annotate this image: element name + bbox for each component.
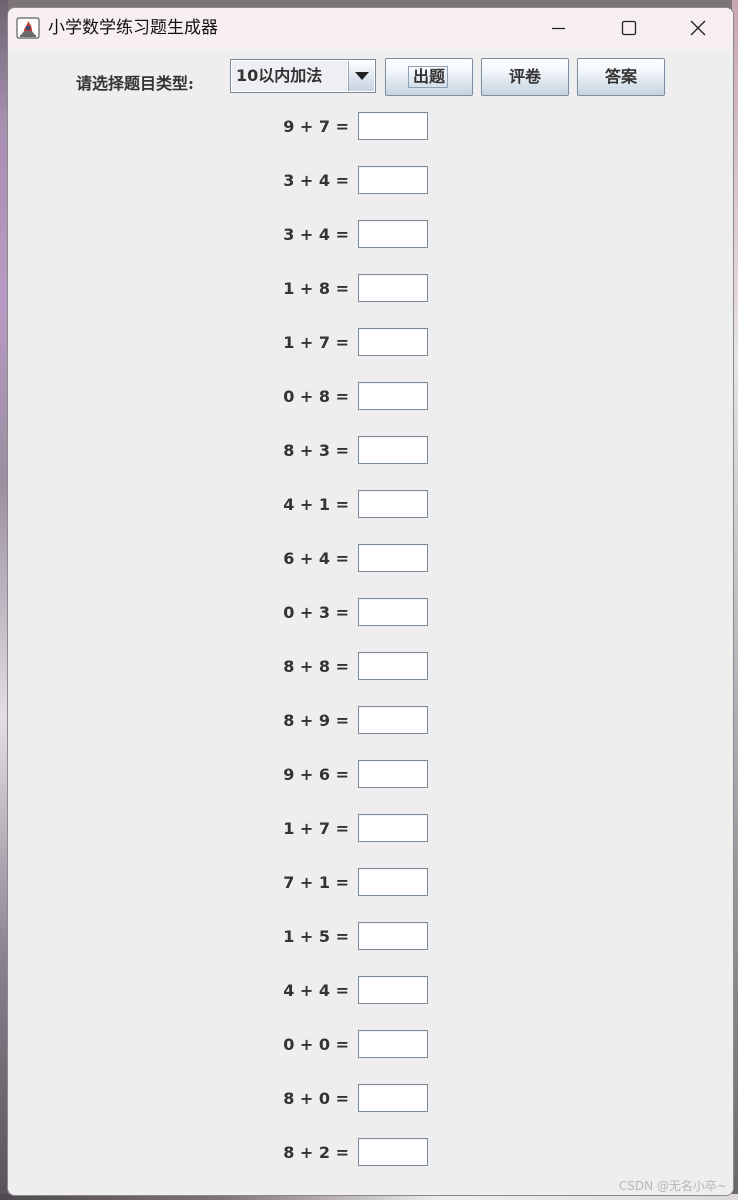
problem-row: 9 + 7 =: [8, 112, 733, 142]
problem-expression: 9 + 7 =: [283, 117, 349, 136]
problem-row: 8 + 0 =: [8, 1084, 733, 1114]
answer-button-label: 答案: [604, 67, 637, 86]
problem-row: 3 + 4 =: [8, 166, 733, 196]
type-select-arrow-button[interactable]: [348, 61, 374, 91]
answer-input[interactable]: [358, 976, 428, 1004]
problem-row: 0 + 3 =: [8, 598, 733, 628]
dropdown-arrow-icon: [355, 72, 369, 80]
watermark: CSDN @无名小卒~: [618, 1179, 727, 1193]
problem-expression: 8 + 3 =: [283, 441, 349, 460]
problem-expression: 9 + 6 =: [283, 765, 349, 784]
type-select-value: 10以内加法: [232, 61, 347, 91]
answer-input[interactable]: [358, 274, 428, 302]
problem-expression: 3 + 4 =: [283, 225, 349, 244]
window-title: 小学数学练习题生成器: [48, 18, 218, 38]
problem-row: 4 + 1 =: [8, 490, 733, 520]
answer-input[interactable]: [358, 868, 428, 896]
java-app-icon[interactable]: [16, 16, 40, 40]
answer-input[interactable]: [358, 1030, 428, 1058]
problem-expression: 7 + 1 =: [283, 873, 349, 892]
grade-button[interactable]: 评卷: [481, 58, 569, 96]
minimize-button[interactable]: [525, 8, 593, 50]
maximize-button[interactable]: [594, 8, 662, 50]
problem-row: 8 + 3 =: [8, 436, 733, 466]
problem-expression: 3 + 4 =: [283, 171, 349, 190]
answer-input[interactable]: [358, 922, 428, 950]
answer-input[interactable]: [358, 598, 428, 626]
answer-input[interactable]: [358, 544, 428, 572]
problem-row: 1 + 5 =: [8, 922, 733, 952]
grade-button-label: 评卷: [508, 67, 541, 86]
issue-button[interactable]: 出题: [385, 58, 473, 96]
problem-row: 3 + 4 =: [8, 220, 733, 250]
problem-expression: 4 + 4 =: [283, 981, 349, 1000]
maximize-icon: [621, 20, 637, 36]
problem-expression: 8 + 9 =: [283, 711, 349, 730]
answer-input[interactable]: [358, 220, 428, 248]
close-button[interactable]: [662, 8, 730, 50]
problem-expression: 1 + 5 =: [283, 927, 349, 946]
minimize-icon: [552, 27, 565, 30]
problem-expression: 1 + 7 =: [283, 333, 349, 352]
problem-expression: 4 + 1 =: [283, 495, 349, 514]
problem-expression: 8 + 2 =: [283, 1143, 349, 1162]
main-panel: 请选择题目类型: 10以内加法 出题 评卷 答案 9 + 7 = 3 + 4 =…: [8, 50, 733, 1195]
title-bar[interactable]: 小学数学练习题生成器: [8, 8, 733, 50]
issue-button-label: 出题: [412, 67, 445, 86]
problem-row: 1 + 7 =: [8, 814, 733, 844]
problem-expression: 8 + 0 =: [283, 1089, 349, 1108]
problem-expression: 6 + 4 =: [283, 549, 349, 568]
answer-input[interactable]: [358, 112, 428, 140]
problem-row: 8 + 8 =: [8, 652, 733, 682]
answer-input[interactable]: [358, 382, 428, 410]
answer-input[interactable]: [358, 652, 428, 680]
problem-row: 1 + 8 =: [8, 274, 733, 304]
problem-expression: 1 + 7 =: [283, 819, 349, 838]
answer-input[interactable]: [358, 490, 428, 518]
answer-input[interactable]: [358, 706, 428, 734]
answer-input[interactable]: [358, 328, 428, 356]
problem-row: 9 + 6 =: [8, 760, 733, 790]
problem-row: 0 + 8 =: [8, 382, 733, 412]
problem-expression: 8 + 8 =: [283, 657, 349, 676]
problem-row: 1 + 7 =: [8, 328, 733, 358]
app-window: 小学数学练习题生成器 请选择题目类型: 10以内加法 出题 评卷 答案 9 + …: [7, 7, 734, 1196]
problem-row: 8 + 2 =: [8, 1138, 733, 1168]
answer-input[interactable]: [358, 814, 428, 842]
problem-expression: 1 + 8 =: [283, 279, 349, 298]
answer-button[interactable]: 答案: [577, 58, 665, 96]
problem-row: 7 + 1 =: [8, 868, 733, 898]
problem-expression: 0 + 0 =: [283, 1035, 349, 1054]
problem-row: 4 + 4 =: [8, 976, 733, 1006]
close-icon: [690, 20, 706, 36]
type-label: 请选择题目类型:: [76, 74, 194, 93]
answer-input[interactable]: [358, 1084, 428, 1112]
problem-row: 0 + 0 =: [8, 1030, 733, 1060]
answer-input[interactable]: [358, 1138, 428, 1166]
problem-row: 6 + 4 =: [8, 544, 733, 574]
problem-expression: 0 + 3 =: [283, 603, 349, 622]
problem-row: 8 + 9 =: [8, 706, 733, 736]
type-select[interactable]: 10以内加法: [230, 59, 376, 93]
answer-input[interactable]: [358, 166, 428, 194]
problem-expression: 0 + 8 =: [283, 387, 349, 406]
answer-input[interactable]: [358, 436, 428, 464]
answer-input[interactable]: [358, 760, 428, 788]
